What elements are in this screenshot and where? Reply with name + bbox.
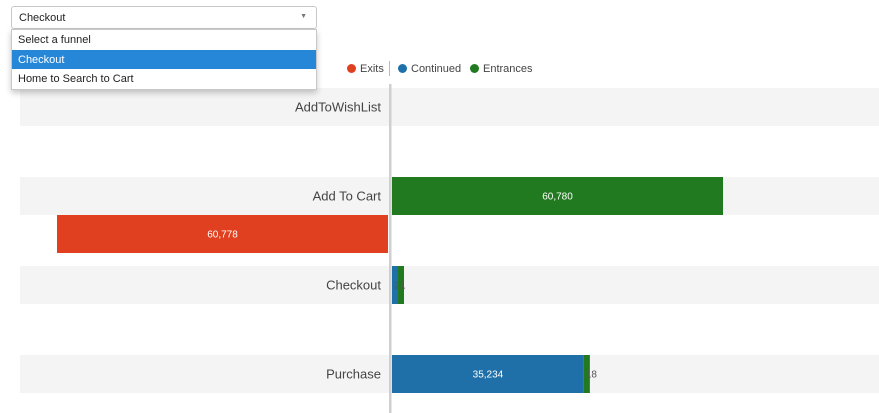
stage-label-addtowishlist: AddToWishList: [295, 100, 381, 115]
value-label-exits-add-to-cart: 60,778: [207, 230, 238, 241]
legend-entrances-marker: [470, 64, 479, 73]
legend-exits-label: Exits: [360, 63, 384, 75]
value-label-entrances-checkout: 1: [400, 281, 406, 292]
value-label-entrances-purchase: 18: [586, 370, 598, 381]
dropdown-option-checkout[interactable]: Checkout: [12, 49, 316, 69]
legend-continued-marker: [398, 64, 407, 73]
legend-entrances-label: Entrances: [483, 63, 533, 75]
stage-label-purchase: Purchase: [326, 367, 381, 382]
legend-exits-marker: [347, 64, 356, 73]
center-axis: [389, 84, 392, 413]
legend-item-exits[interactable]: Exits: [347, 63, 384, 75]
legend-item-continued[interactable]: Continued: [398, 63, 461, 75]
dropdown-option-home-to-search-to-cart[interactable]: Home to Search to Cart: [12, 69, 316, 89]
legend-divider: [389, 61, 390, 76]
dropdown-option-placeholder[interactable]: Select a funnel: [12, 30, 316, 50]
legend-continued-label: Continued: [411, 63, 462, 75]
stage-label-checkout: Checkout: [326, 278, 381, 293]
row-bg-checkout: [20, 266, 879, 304]
funnel-select[interactable]: Checkout ▼: [11, 6, 317, 29]
stage-label-add-to-cart: Add To Cart: [313, 189, 382, 204]
funnel-dropdown-menu: Select a funnel Checkout Home to Search …: [11, 29, 317, 90]
legend-item-entrances[interactable]: Entrances: [470, 63, 533, 75]
caret-down-icon: ▼: [300, 13, 307, 20]
value-label-continued-purchase: 35,234: [473, 370, 504, 381]
funnel-select-value: Checkout: [19, 12, 66, 24]
row-bg-addtowishlist: [20, 88, 879, 126]
value-label-entrances-add-to-cart: 60,780: [542, 192, 573, 203]
